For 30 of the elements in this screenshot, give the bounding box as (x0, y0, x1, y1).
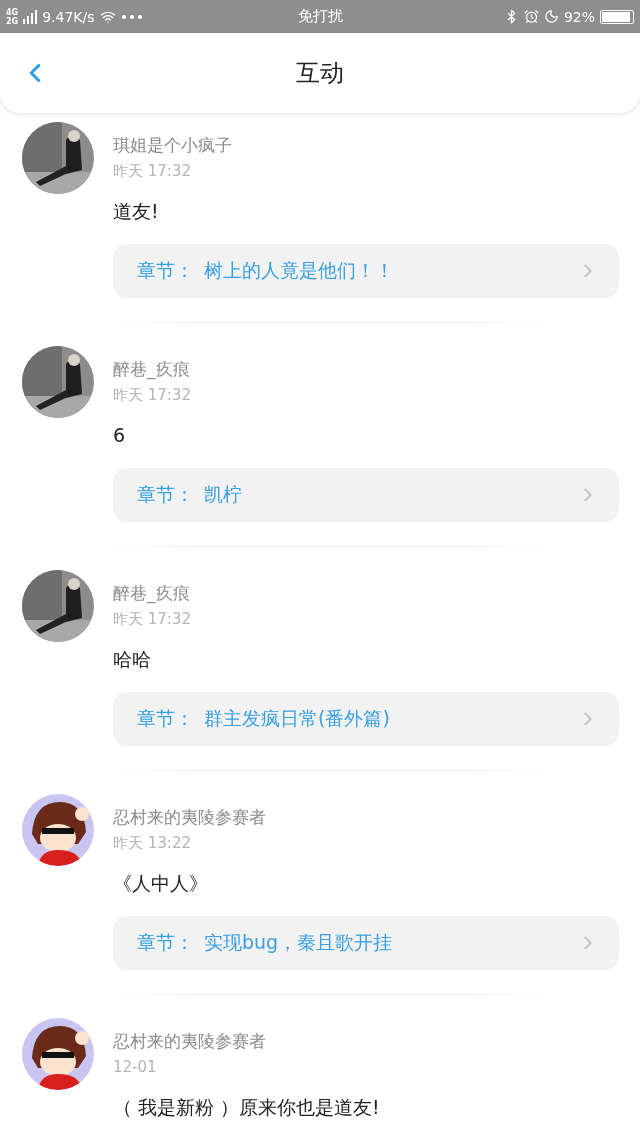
comment-time: 昨天 13:22 (113, 833, 191, 854)
battery-percent: 92% (563, 8, 595, 25)
comment-text: 《人中人》 (113, 871, 208, 896)
network-label: 2G (6, 16, 19, 26)
comment-time: 12-01 (113, 1057, 157, 1078)
user-name: 醉巷_疚痕 (113, 358, 190, 382)
comment-text: 哈哈 (113, 647, 151, 672)
chapter-link[interactable]: 章节： 实现bug，秦且歌开挂 (113, 916, 619, 970)
comment-text: 道友! (113, 199, 159, 224)
comment-text: （ 我是新粉 ）原来你也是道友! (113, 1095, 380, 1120)
battery-icon (600, 9, 634, 24)
chapter-link[interactable]: 章节： 树上的人竟是他们！！ (113, 244, 619, 298)
page-title: 互动 (295, 58, 345, 89)
comment-time: 昨天 17:32 (113, 385, 191, 406)
alarm-icon (523, 9, 539, 24)
user-name: 醉巷_疚痕 (113, 582, 190, 606)
chapter-link[interactable]: 章节： 群主发疯日常(番外篇) (113, 692, 619, 746)
user-name: 忍村来的夷陵参赛者 (113, 806, 266, 829)
comment-text: 6 (113, 423, 126, 448)
chapter-link[interactable]: 章节： 凯柠 (113, 468, 619, 522)
signal-icon (23, 9, 38, 24)
status-mode: 免打扰 (297, 7, 343, 26)
user-name: 忍村来的夷陵参赛者 (113, 1030, 266, 1053)
more-icon (120, 13, 143, 20)
comment-time: 昨天 17:32 (113, 609, 191, 630)
user-name: 琪姐是个小疯子 (113, 134, 232, 157)
network-label: 4G (6, 7, 19, 17)
comment-time: 昨天 17:32 (113, 161, 191, 182)
moon-icon (543, 9, 559, 24)
network-speed: 9.47K/s (42, 8, 95, 25)
